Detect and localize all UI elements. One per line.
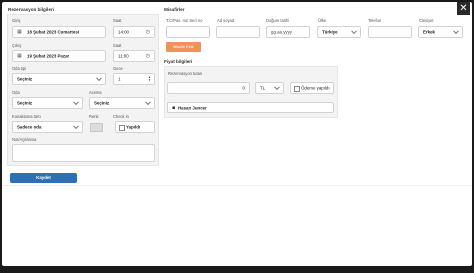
guest-country-select[interactable]: Türkiye [317,26,361,38]
add-guest-button[interactable]: Misafir Ekle [166,42,201,52]
pricing-title: Fiyat bilgileri [164,59,193,64]
payment-checkbox[interactable] [294,86,300,92]
guest-birth-input[interactable]: gg.aa.yyyy [266,26,310,38]
chevron-down-icon [351,28,357,35]
checkin-checkbox[interactable] [119,125,125,131]
checkin-time-label: Saat [113,18,122,23]
close-icon[interactable]: ✕ [457,2,470,15]
chevron-down-icon [73,123,79,130]
reservation-title: Rezervasyon bilgileri [8,7,54,12]
chevron-down-icon [73,99,79,106]
checkin-date-input[interactable]: ▦ 18 Şubat 2023 Cumartesi [12,26,106,38]
checkin-flag-label: Check in [113,114,129,119]
clock-icon: ◷ [145,29,150,35]
user-icon: ▪ [172,104,176,111]
note-textarea[interactable] [12,144,155,162]
board-label: Konaklama türü [12,114,41,119]
chevron-down-icon [145,99,151,106]
color-label: Renk [89,114,99,119]
col-name-label: Ad soyad [217,18,235,23]
guest-gender-select[interactable]: Erkek [418,26,463,38]
nights-label: Gece [113,66,123,71]
reservation-modal: ✕ Rezervasyon bilgileri Giriş ▦ 18 Şubat… [2,2,472,266]
board-select[interactable]: Sadece oda [12,121,83,133]
room-type-label: Oda tipi [12,66,27,71]
col-birth-label: Doğum tarihi [266,18,290,23]
save-button[interactable]: Kaydet [10,173,77,183]
room-select[interactable]: Seçiniz [12,97,83,109]
chevron-down-icon [274,84,280,91]
col-gender-label: Cinsiyet [419,18,434,23]
checkin-flag-box: Yapıldı [115,121,155,133]
checkin-time-input[interactable]: 14:00 ◷ [113,26,155,38]
room-label: Oda [12,90,20,95]
col-id-label: T.C/Pas. no/ Seri no [166,18,203,23]
stepper-arrows-icon[interactable]: ▲ ▼ [148,76,151,82]
chevron-down-icon [96,75,102,82]
clock-icon: ◷ [145,53,150,59]
checkout-label: Çıkış [12,43,22,48]
footer-divider [2,185,472,186]
agency-select[interactable]: Seçiniz [89,97,155,109]
col-phone-label: Telefon [368,18,382,23]
amount-input[interactable]: 0 [167,82,250,94]
guest-name-input[interactable] [216,26,260,38]
room-type-select[interactable]: Seçiniz [12,73,106,85]
chevron-down-icon [453,28,459,35]
checkout-date-input[interactable]: ▦ 19 Şubat 2023 Pazar [12,50,106,62]
checkin-label: Giriş [12,18,21,23]
guests-title: Misafirler [164,7,185,12]
checkout-time-input[interactable]: 11:00 ◷ [113,50,155,62]
agency-label: Acente [89,90,102,95]
payment-box: Ödeme yapıldı [290,82,334,94]
guest-phone-input[interactable] [368,26,412,38]
guest-id-input[interactable] [166,26,210,38]
currency-select[interactable]: TL [255,82,284,94]
nights-stepper[interactable]: 1 ▲ ▼ [113,73,155,85]
total-label: Rezervasyon tutarı [168,71,203,76]
color-picker[interactable] [90,123,103,132]
guest-price-row: ▪ Hasan Juncer [167,102,334,113]
note-label: Not/Açıklama [12,137,37,142]
calendar-icon: ▦ [17,29,22,35]
calendar-icon: ▦ [17,53,22,59]
col-country-label: Ülke [318,18,327,23]
checkout-time-label: Saat [113,43,122,48]
